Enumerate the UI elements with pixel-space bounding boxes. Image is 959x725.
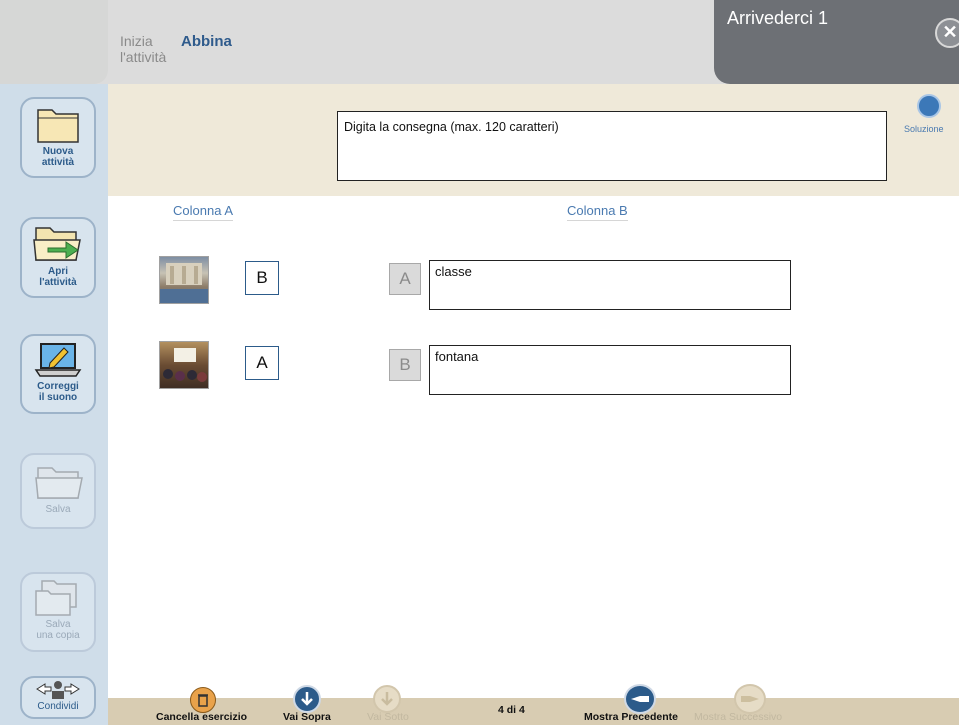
answer-letter-box[interactable]: B	[245, 261, 279, 295]
go-up-button[interactable]: Vai Sopra	[283, 711, 331, 723]
open-folder-icon	[33, 227, 81, 261]
word-input[interactable]: fontana	[429, 345, 791, 395]
answer-letter-box[interactable]: A	[245, 346, 279, 380]
sidebar-item-nuova-attivita[interactable]: Nuova attività	[20, 97, 96, 178]
sidebar-label: una copia	[36, 630, 80, 641]
sidebar-label: Condividi	[37, 701, 79, 712]
sidebar-label: il suono	[38, 392, 78, 403]
close-button[interactable]: ✕	[935, 18, 959, 48]
word-input[interactable]: classe	[429, 260, 791, 310]
fountain-image	[160, 263, 208, 303]
sidebar-item-condividi[interactable]: Condividi	[20, 676, 96, 719]
share-icon	[36, 681, 80, 699]
close-icon: ✕	[942, 22, 958, 42]
trash-icon[interactable]	[190, 687, 216, 713]
tab-inizia-line1: Inizia	[120, 33, 153, 49]
folder-icon	[37, 109, 79, 143]
sidebar-item-apri-attivita[interactable]: Apri l'attività	[20, 217, 96, 298]
instruction-input[interactable]: Digita la consegna (max. 120 caratteri)	[337, 111, 887, 181]
sidebar: Nuova attività Apri l'attività Correggi …	[0, 84, 108, 725]
show-next-button[interactable]: Mostra Successivo	[694, 711, 782, 723]
column-b-header: Colonna B	[567, 203, 628, 221]
sidebar-label: l'attività	[39, 277, 77, 288]
word-letter-label: B	[389, 349, 421, 381]
sidebar-label: Correggi	[37, 381, 79, 392]
laptop-edit-icon	[34, 343, 82, 377]
hand-pointer-right-icon[interactable]	[734, 684, 766, 714]
sidebar-label: Salva	[45, 619, 71, 630]
arrow-up-icon[interactable]	[293, 685, 321, 713]
key-icon[interactable]	[917, 94, 941, 118]
tab-inizia-line2: l'attività	[120, 49, 167, 65]
activity-title: Arrivederci 1	[727, 8, 829, 28]
save-folder-icon	[35, 467, 83, 499]
tab-abbina[interactable]: Abbina	[181, 33, 232, 50]
sidebar-label: attività	[41, 157, 75, 168]
classroom-image	[163, 348, 207, 382]
show-previous-button[interactable]: Mostra Precedente	[584, 711, 678, 723]
fountain-photo[interactable]	[159, 256, 209, 304]
hand-pointer-left-icon[interactable]	[624, 684, 656, 714]
sidebar-label: Salva	[45, 504, 71, 515]
top-left-corner	[0, 0, 108, 84]
cancel-exercise-button[interactable]: Cancella esercizio	[156, 711, 247, 723]
word-letter-label: A	[389, 263, 421, 295]
sidebar-item-salva[interactable]: Salva	[20, 453, 96, 529]
sidebar-label: Apri	[48, 266, 68, 277]
sidebar-item-salva-copia[interactable]: Salva una copia	[20, 572, 96, 652]
arrow-down-icon[interactable]	[373, 685, 401, 713]
classroom-photo[interactable]	[159, 341, 209, 389]
column-a-header: Colonna A	[173, 203, 233, 221]
page-indicator: 4 di 4	[498, 704, 525, 716]
save-copy-icon	[35, 580, 77, 616]
sidebar-label: Nuova	[42, 146, 74, 157]
tab-inizia[interactable]: Inizia l'attività	[120, 33, 166, 65]
go-down-button[interactable]: Vai Sotto	[367, 711, 409, 723]
sidebar-item-correggi-suono[interactable]: Correggi il suono	[20, 334, 96, 414]
soluzione-label[interactable]: Soluzione	[904, 124, 944, 134]
